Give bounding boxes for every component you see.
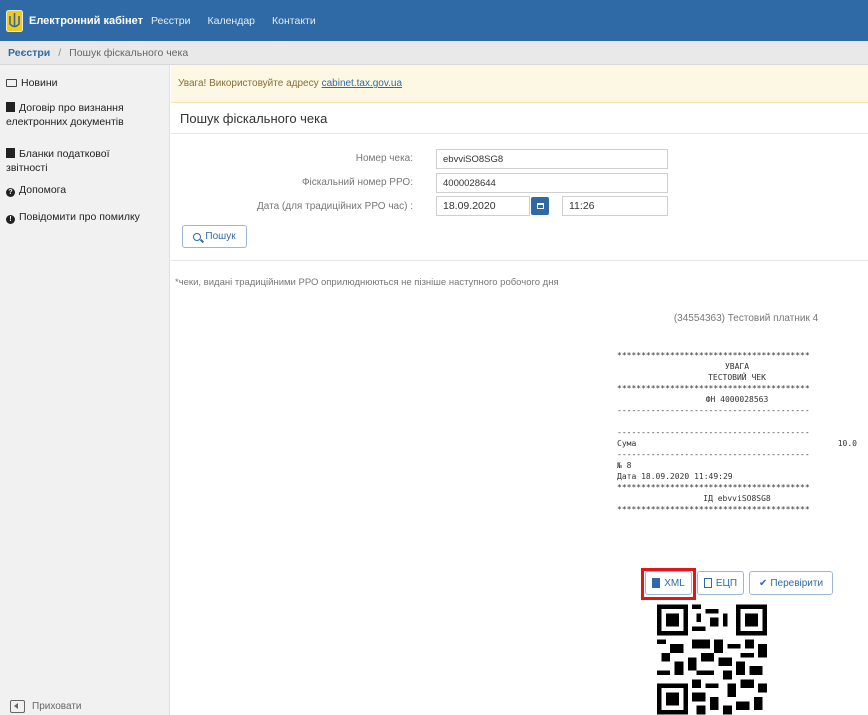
ecp-button[interactable]: ЕЦП [697, 571, 744, 595]
nav-link-registries[interactable]: Реєстри [151, 15, 191, 27]
divider [171, 260, 868, 261]
exclamation-icon: ! [6, 215, 15, 224]
receipt-separator: ---------------------------------------- [617, 406, 810, 415]
search-button[interactable]: Пошук [182, 225, 247, 248]
verify-button-label: Перевірити [770, 577, 824, 589]
receipt-separator: ---------------------------------------- [617, 428, 810, 437]
receipt-header: (34554363) Тестовий платник 4 [673, 313, 819, 324]
document-icon [6, 102, 15, 112]
sidebar-item-label: Повідомити про помилку [19, 211, 140, 223]
sidebar-item-label: Новини [21, 77, 58, 89]
fiscal-number-label: Фіскальний номер РРО: [301, 177, 413, 188]
breadcrumb-root[interactable]: Реєстри [8, 47, 50, 59]
receipt-separator: **************************************** [617, 384, 810, 393]
news-icon [6, 79, 17, 87]
highlight-frame [641, 568, 696, 600]
receipt-separator: **************************************** [617, 505, 810, 514]
ecp-button-label: ЕЦП [715, 577, 738, 589]
divider [171, 133, 868, 134]
qr-code [657, 604, 767, 715]
sidebar-item-label: Бланки податкової звітності [6, 148, 110, 174]
alert-text: Увага! Використовуйте адресу [178, 78, 319, 89]
receipt-separator: ---------------------------------------- [617, 450, 810, 459]
collapse-icon [10, 700, 25, 713]
nav-link-contacts[interactable]: Контакти [272, 15, 316, 27]
receipt-sum-label: Сума [617, 439, 637, 448]
sidebar-item-label: Допомога [19, 184, 67, 196]
verify-button[interactable]: ✔ Перевірити [749, 571, 833, 595]
breadcrumb-separator: / [58, 46, 62, 59]
time-input[interactable]: 11:26 [562, 196, 668, 216]
receipt-number-input[interactable]: ebvviSO8SG8 [436, 149, 668, 169]
top-navbar: Електронний кабінет Реєстри Календар Кон… [0, 0, 868, 41]
warning-alert: Увага! Використовуйте адресу cabinet.tax… [171, 65, 868, 103]
check-icon: ✔ [758, 577, 768, 589]
question-icon: ? [6, 188, 15, 197]
sidebar-item-report-error[interactable]: ! Повідомити про помилку [0, 210, 150, 224]
alert-link[interactable]: cabinet.tax.gov.ua [322, 78, 402, 89]
receipt-test-label: ТЕСТОВИЙ ЧЕК [708, 373, 766, 382]
receipt-fiscal-number: ФН 4000028563 [705, 395, 769, 404]
date-input[interactable]: 18.09.2020 [436, 196, 530, 216]
sidebar-item-agreement[interactable]: Договір про визнання електронних докумен… [0, 101, 168, 129]
sidebar: Новини Договір про визнання електронних … [0, 65, 170, 715]
search-icon [193, 232, 202, 241]
search-button-label: Пошук [205, 231, 236, 242]
page-title: Пошук фіскального чека [180, 111, 328, 126]
sidebar-item-help[interactable]: ? Допомога [0, 183, 76, 197]
fiscal-receipt: (34554363) Тестовий платник 4 **********… [617, 313, 857, 515]
coat-of-arms-logo[interactable] [6, 9, 23, 32]
signature-file-icon [703, 578, 712, 588]
fiscal-number-input[interactable]: 4000028644 [436, 173, 668, 193]
date-label: Дата (для традиційних РРО час) : [257, 201, 413, 212]
breadcrumb: Реєстри / Пошук фіскального чека [0, 41, 868, 65]
receipt-separator: **************************************** [617, 483, 810, 492]
hide-sidebar-button[interactable]: Приховати [10, 700, 82, 713]
receipt-number: № 8 [617, 461, 632, 470]
document-icon [6, 148, 15, 158]
calendar-icon [536, 203, 544, 209]
publication-note: *чеки, видані традиційними РРО оприлюдню… [175, 277, 559, 288]
nav-link-calendar[interactable]: Календар [208, 15, 256, 27]
receipt-sum-value: 10.0 [837, 439, 857, 448]
receipt-separator: **************************************** [617, 351, 810, 360]
hide-sidebar-label: Приховати [32, 701, 82, 712]
sidebar-item-label: Договір про визнання електронних докумен… [6, 102, 124, 128]
brand-title[interactable]: Електронний кабінет [29, 15, 143, 27]
calendar-button[interactable] [531, 197, 549, 215]
receipt-number-label: Номер чека: [355, 153, 413, 164]
receipt-date: Дата 18.09.2020 11:49:29 [617, 472, 733, 481]
sidebar-item-news[interactable]: Новини [0, 76, 68, 90]
sidebar-item-tax-forms[interactable]: Бланки податкової звітності [0, 147, 150, 175]
breadcrumb-current: Пошук фіскального чека [69, 46, 189, 59]
receipt-warning: УВАГА [724, 362, 750, 371]
receipt-id: ІД ebvviSO8SG8 [703, 494, 771, 503]
receipt-sum-row: Сума 10.0 [617, 438, 857, 449]
